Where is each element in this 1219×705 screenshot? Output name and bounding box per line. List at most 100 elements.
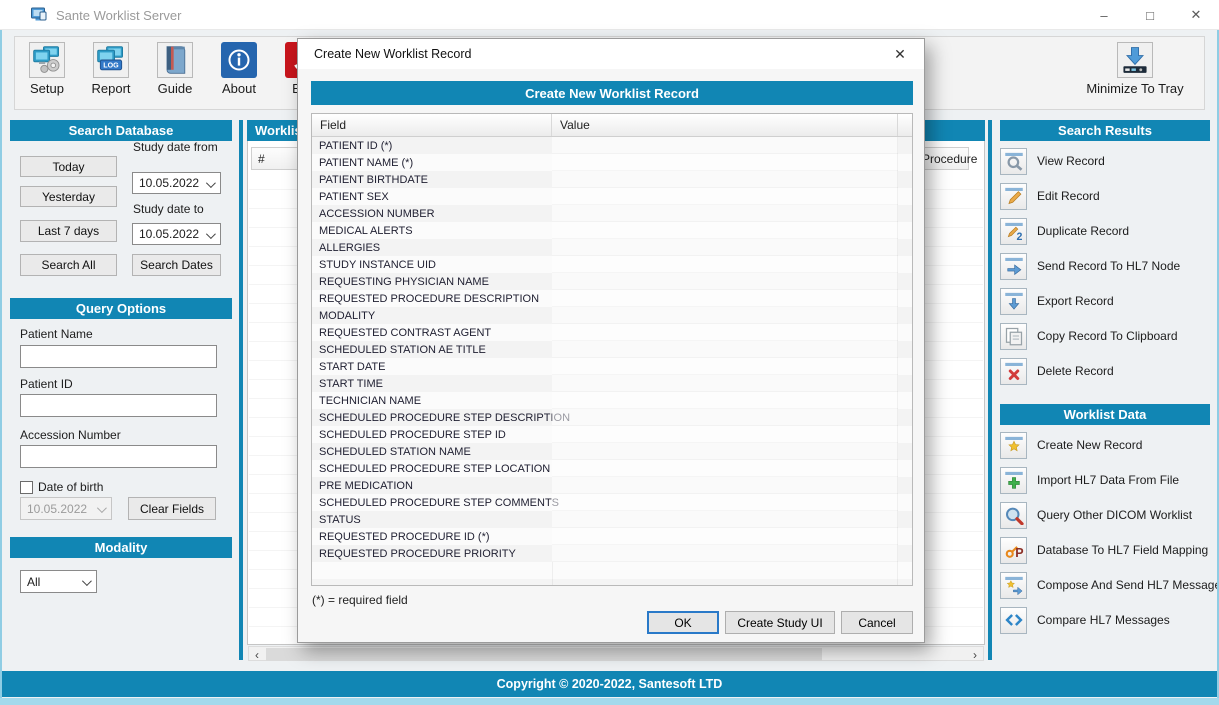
date-of-birth-checkbox[interactable] xyxy=(20,481,33,494)
dialog-field-row[interactable]: MODALITY xyxy=(312,307,912,324)
last-7-days-button[interactable]: Last 7 days xyxy=(20,220,117,242)
dialog-field-row[interactable]: TECHNICIAN NAME xyxy=(312,392,912,409)
about-button[interactable]: About xyxy=(213,42,265,96)
dialog-title-bar[interactable]: Create New Worklist Record ✕ xyxy=(298,39,924,69)
dialog-field-row[interactable]: SCHEDULED STATION AE TITLE xyxy=(312,341,912,358)
dialog-close-button[interactable]: ✕ xyxy=(885,43,915,65)
action-database-to-hl7-field-mapping[interactable]: P Database To HL7 Field Mapping xyxy=(1000,535,1210,565)
dialog-field-row[interactable]: REQUESTED PROCEDURE DESCRIPTION xyxy=(312,290,912,307)
action-compose-and-send-hl7-message[interactable]: Compose And Send HL7 Message xyxy=(1000,570,1210,600)
setup-button[interactable]: Setup xyxy=(21,42,73,96)
dialog-field-row[interactable]: SCHEDULED STATION NAME xyxy=(312,443,912,460)
field-value-cell[interactable] xyxy=(552,137,898,154)
dialog-field-row[interactable]: PATIENT NAME (*) xyxy=(312,154,912,171)
dialog-field-row[interactable]: STATUS xyxy=(312,511,912,528)
clear-fields-button[interactable]: Clear Fields xyxy=(128,497,216,520)
field-value-cell[interactable] xyxy=(552,545,898,562)
scrollbar-thumb[interactable] xyxy=(266,648,822,661)
field-value-cell[interactable] xyxy=(552,273,898,290)
yesterday-button[interactable]: Yesterday xyxy=(20,186,117,207)
field-value-cell[interactable] xyxy=(552,528,898,545)
dialog-field-row[interactable]: START TIME xyxy=(312,375,912,392)
minimize-to-tray-label: Minimize To Tray xyxy=(1086,81,1183,96)
column-header-value[interactable]: Value xyxy=(552,114,898,136)
worklist-hscrollbar[interactable]: ‹ › xyxy=(248,646,984,661)
window-minimize-button[interactable]: – xyxy=(1081,0,1127,30)
field-value-cell[interactable] xyxy=(552,358,898,375)
field-value-cell[interactable] xyxy=(552,222,898,239)
dialog-field-row[interactable]: STUDY INSTANCE UID xyxy=(312,256,912,273)
window-close-button[interactable]: ✕ xyxy=(1173,0,1219,30)
dialog-field-row[interactable]: PATIENT ID (*) xyxy=(312,137,912,154)
action-view-record[interactable]: View Record xyxy=(1000,146,1210,176)
field-value-cell[interactable] xyxy=(552,154,898,171)
search-all-button[interactable]: Search All xyxy=(20,254,117,276)
field-value-cell[interactable] xyxy=(552,290,898,307)
field-value-cell[interactable] xyxy=(552,477,898,494)
scroll-left-arrow-icon[interactable]: ‹ xyxy=(249,648,265,661)
action-edit-record[interactable]: Edit Record xyxy=(1000,181,1210,211)
dialog-field-row[interactable]: REQUESTED CONTRAST AGENT xyxy=(312,324,912,341)
action-query-other-dicom-worklist[interactable]: Query Other DICOM Worklist xyxy=(1000,500,1210,530)
dialog-field-row[interactable]: REQUESTED PROCEDURE ID (*) xyxy=(312,528,912,545)
action-compare-hl7-messages[interactable]: Compare HL7 Messages xyxy=(1000,605,1210,635)
dialog-field-row[interactable]: REQUESTED PROCEDURE PRIORITY xyxy=(312,545,912,562)
action-import-hl7-data-from-file[interactable]: Import HL7 Data From File xyxy=(1000,465,1210,495)
minimize-to-tray-icon xyxy=(1117,42,1153,78)
study-date-from-select[interactable]: 10.05.2022 xyxy=(132,172,221,194)
cancel-button[interactable]: Cancel xyxy=(841,611,913,634)
ok-button[interactable]: OK xyxy=(647,611,719,634)
study-date-to-select[interactable]: 10.05.2022 xyxy=(132,223,221,245)
accession-number-input[interactable] xyxy=(20,445,217,468)
dialog-field-row[interactable]: SCHEDULED PROCEDURE STEP LOCATION xyxy=(312,460,912,477)
field-value-cell[interactable] xyxy=(552,239,898,256)
field-value-cell[interactable] xyxy=(552,460,898,477)
worklist-column-number[interactable]: # xyxy=(251,147,298,170)
dialog-field-row[interactable]: PATIENT BIRTHDATE xyxy=(312,171,912,188)
field-value-cell[interactable] xyxy=(552,171,898,188)
action-create-new-record[interactable]: Create New Record xyxy=(1000,430,1210,460)
field-value-cell[interactable] xyxy=(552,443,898,460)
field-value-cell[interactable] xyxy=(552,409,898,426)
patient-id-input[interactable] xyxy=(20,394,217,417)
action-export-record[interactable]: Export Record xyxy=(1000,286,1210,316)
dialog-field-row[interactable]: ACCESSION NUMBER xyxy=(312,205,912,222)
action-duplicate-record[interactable]: 2 Duplicate Record xyxy=(1000,216,1210,246)
today-button[interactable]: Today xyxy=(20,156,117,177)
field-value-cell[interactable] xyxy=(552,511,898,528)
field-value-cell[interactable] xyxy=(552,375,898,392)
action-send-record-to-hl7-node[interactable]: Send Record To HL7 Node xyxy=(1000,251,1210,281)
field-value-cell[interactable] xyxy=(552,307,898,324)
search-dates-button[interactable]: Search Dates xyxy=(132,254,221,276)
dialog-field-row[interactable]: MEDICAL ALERTS xyxy=(312,222,912,239)
date-of-birth-select[interactable]: 10.05.2022 xyxy=(20,497,112,520)
field-value-cell[interactable] xyxy=(552,188,898,205)
dialog-field-row[interactable]: SCHEDULED PROCEDURE STEP DESCRIPTION xyxy=(312,409,912,426)
dialog-field-row[interactable]: ALLERGIES xyxy=(312,239,912,256)
create-study-ui-button[interactable]: Create Study UI xyxy=(725,611,835,634)
scroll-right-arrow-icon[interactable]: › xyxy=(967,648,983,661)
patient-name-input[interactable] xyxy=(20,345,217,368)
field-value-cell[interactable] xyxy=(552,341,898,358)
field-value-cell[interactable] xyxy=(552,205,898,222)
field-value-cell[interactable] xyxy=(552,426,898,443)
field-value-cell[interactable] xyxy=(552,392,898,409)
dialog-field-row[interactable]: SCHEDULED PROCEDURE STEP ID xyxy=(312,426,912,443)
action-delete-record[interactable]: Delete Record xyxy=(1000,356,1210,386)
dialog-field-row[interactable]: REQUESTING PHYSICIAN NAME xyxy=(312,273,912,290)
title-bar[interactable]: Sante Worklist Server – □ ✕ xyxy=(0,0,1219,30)
dialog-field-row[interactable]: PATIENT SEX xyxy=(312,188,912,205)
guide-button[interactable]: Guide xyxy=(149,42,201,96)
dialog-field-row[interactable]: PRE MEDICATION xyxy=(312,477,912,494)
dialog-field-row[interactable]: START DATE xyxy=(312,358,912,375)
field-value-cell[interactable] xyxy=(552,494,898,511)
window-maximize-button[interactable]: □ xyxy=(1127,0,1173,30)
field-value-cell[interactable] xyxy=(552,256,898,273)
minimize-to-tray-button[interactable]: Minimize To Tray xyxy=(1076,42,1194,96)
action-copy-record-to-clipboard[interactable]: Copy Record To Clipboard xyxy=(1000,321,1210,351)
dialog-field-row[interactable]: SCHEDULED PROCEDURE STEP COMMENTS xyxy=(312,494,912,511)
modality-select[interactable]: All xyxy=(20,570,97,593)
field-value-cell[interactable] xyxy=(552,324,898,341)
column-header-field[interactable]: Field xyxy=(312,114,552,136)
report-button[interactable]: LOG Report xyxy=(85,42,137,96)
